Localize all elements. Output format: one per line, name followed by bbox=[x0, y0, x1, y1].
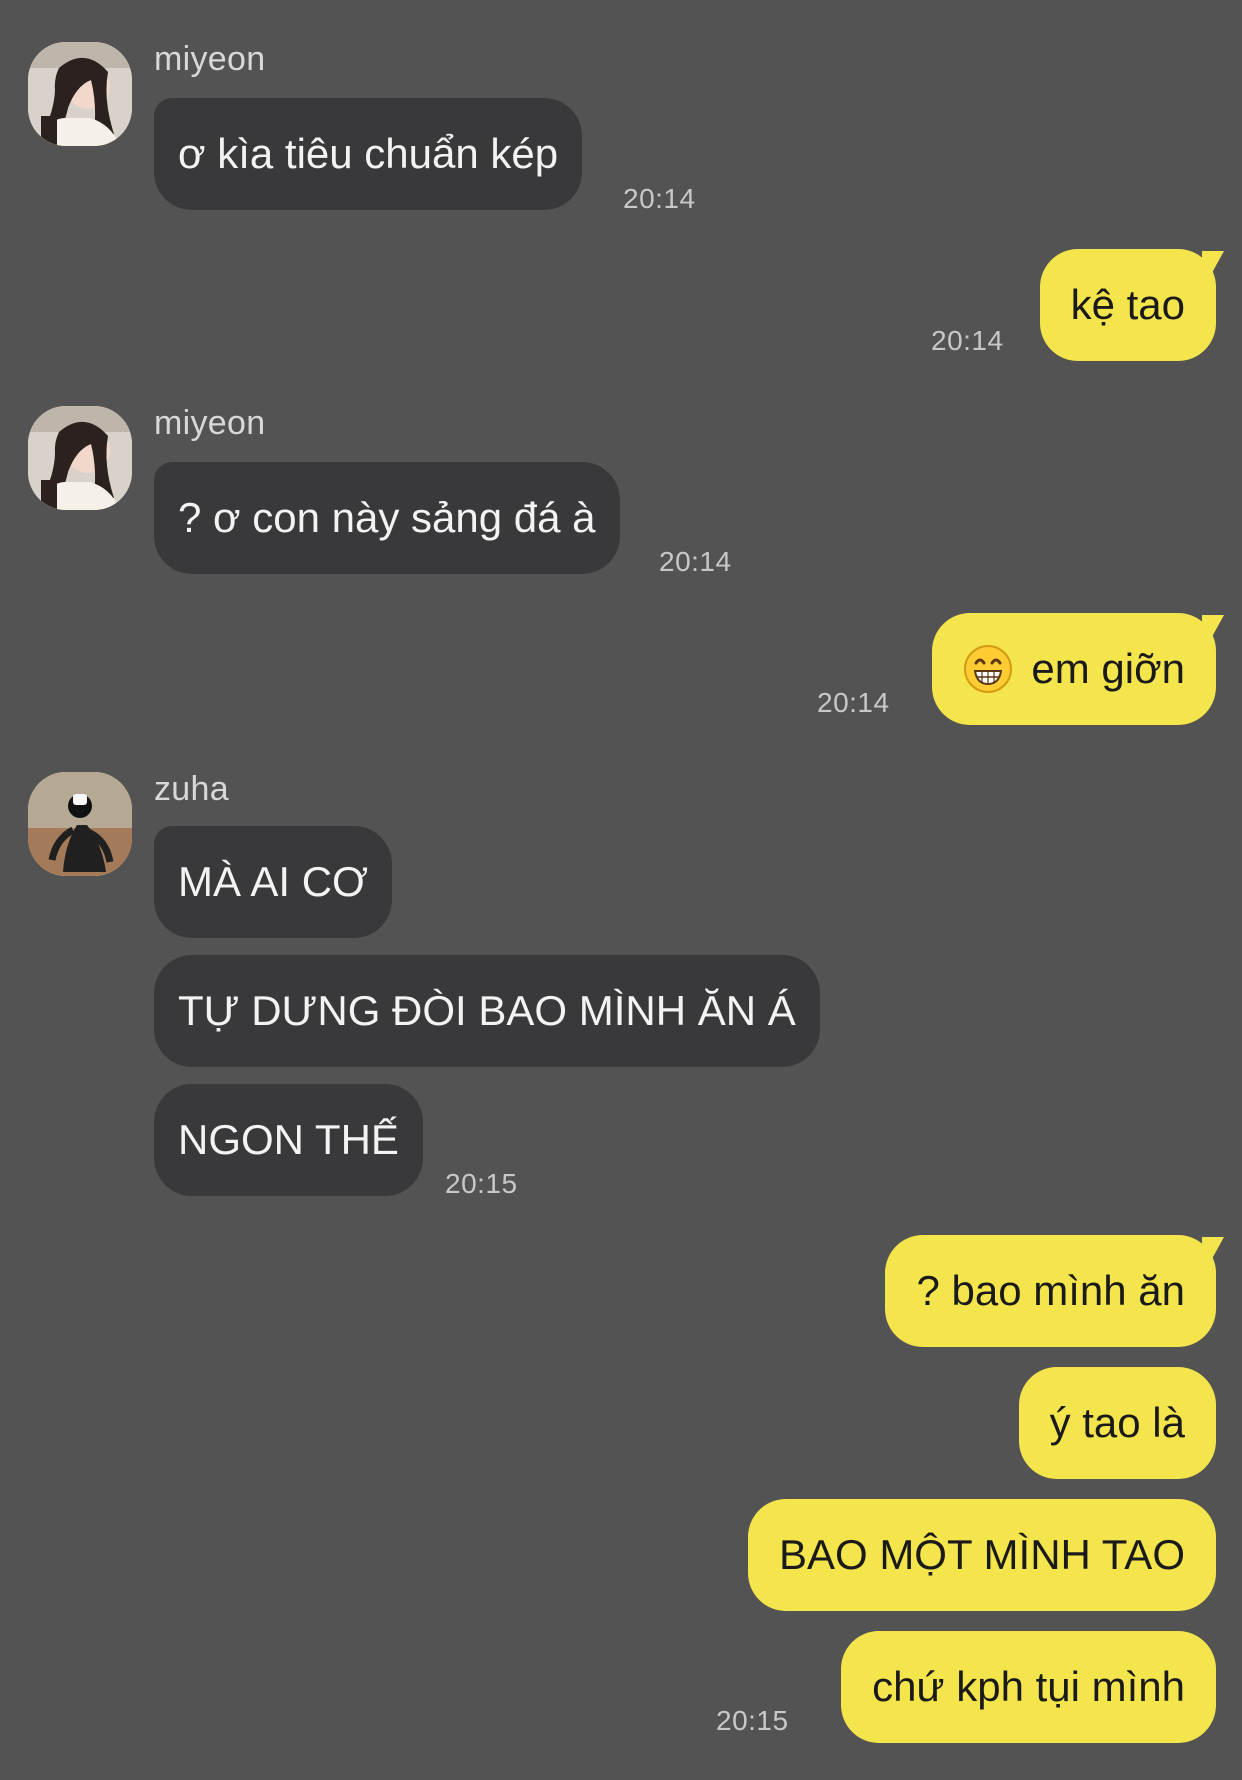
message-time: 20:14 bbox=[659, 546, 732, 577]
message-text: ? bao mình ăn bbox=[916, 1267, 1185, 1314]
sender-name-miyeon: miyeon bbox=[154, 404, 266, 442]
message-text: NGON THẾ bbox=[178, 1116, 399, 1163]
message-bubble-outgoing[interactable]: kệ tao bbox=[1039, 249, 1216, 361]
message-bubble-outgoing[interactable]: ý tao là bbox=[1018, 1367, 1216, 1479]
message-text: MÀ AI CƠ bbox=[178, 858, 369, 905]
avatar-zuha[interactable] bbox=[28, 772, 132, 876]
message-bubble-outgoing[interactable]: ? bao mình ăn bbox=[885, 1235, 1216, 1347]
message-text: BAO MỘT MÌNH TAO bbox=[778, 1531, 1185, 1578]
message-time: 20:14 bbox=[817, 687, 890, 718]
avatar-miyeon-image bbox=[28, 406, 132, 510]
grinning-face-icon bbox=[963, 644, 1013, 694]
message-time: 20:14 bbox=[623, 183, 696, 214]
message-bubble-incoming[interactable]: MÀ AI CƠ bbox=[154, 826, 393, 938]
message-time: 20:14 bbox=[931, 325, 1004, 356]
message-bubble-outgoing[interactable]: em giỡn bbox=[932, 613, 1216, 725]
message-text: chứ kph tụi mình bbox=[872, 1663, 1185, 1710]
message-time: 20:15 bbox=[716, 1705, 789, 1736]
message-bubble-outgoing[interactable]: chứ kph tụi mình bbox=[841, 1631, 1216, 1743]
avatar-zuha-image bbox=[28, 772, 132, 876]
message-bubble-incoming[interactable]: NGON THẾ bbox=[154, 1084, 423, 1196]
message-text: ý tao là bbox=[1049, 1399, 1185, 1446]
message-bubble-incoming[interactable]: ơ kìa tiêu chuẩn kép bbox=[154, 98, 583, 210]
sender-name-miyeon: miyeon bbox=[154, 40, 266, 78]
message-text: ơ kìa tiêu chuẩn kép bbox=[178, 130, 559, 177]
avatar-miyeon[interactable] bbox=[28, 42, 132, 146]
message-bubble-outgoing[interactable]: BAO MỘT MÌNH TAO bbox=[747, 1499, 1216, 1611]
message-text: TỰ DƯNG ĐÒI BAO MÌNH ĂN Á bbox=[178, 987, 796, 1034]
message-text: em giỡn bbox=[1031, 645, 1185, 692]
message-time: 20:15 bbox=[445, 1168, 518, 1199]
message-text: ? ơ con này sảng đá à bbox=[178, 494, 596, 541]
message-text: kệ tao bbox=[1070, 281, 1185, 328]
message-bubble-incoming[interactable]: ? ơ con này sảng đá à bbox=[154, 462, 620, 574]
avatar-miyeon[interactable] bbox=[28, 406, 132, 510]
message-bubble-incoming[interactable]: TỰ DƯNG ĐÒI BAO MÌNH ĂN Á bbox=[154, 955, 820, 1067]
sender-name-zuha: zuha bbox=[154, 770, 229, 808]
avatar-miyeon-image bbox=[28, 42, 132, 146]
chat-area[interactable]: miyeon ơ kìa tiêu chuẩn kép 20:14 kệ tao… bbox=[0, 0, 1242, 1780]
